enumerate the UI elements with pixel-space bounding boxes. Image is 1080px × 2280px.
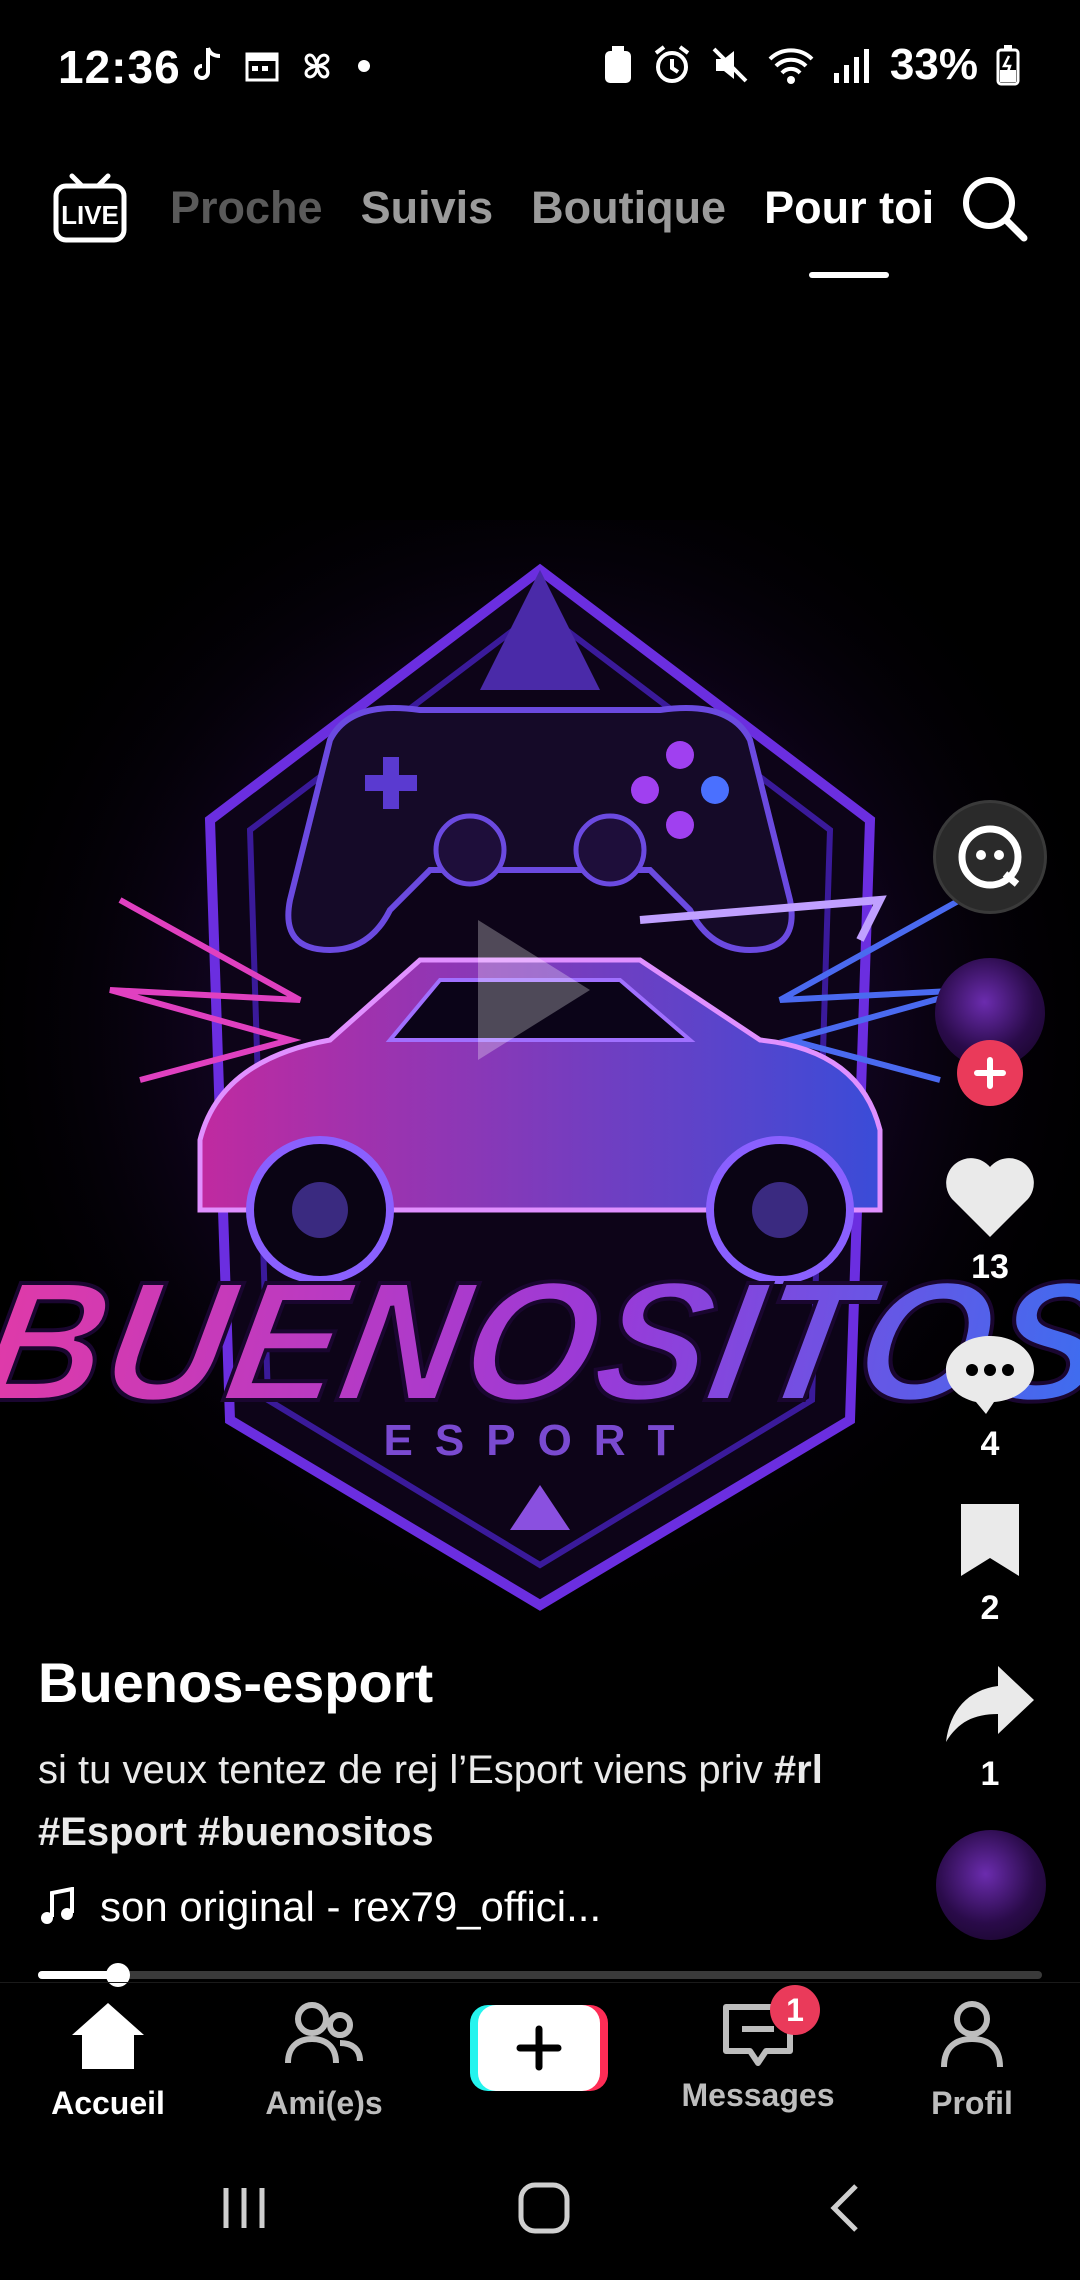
top-navigation: LIVE Proche Suivis Boutique Pour toi	[0, 160, 1080, 280]
friends-icon	[285, 2002, 363, 2064]
back-icon[interactable]	[820, 2180, 876, 2236]
assistant-button[interactable]	[933, 800, 1047, 914]
post-description: si tu veux tentez de rej l’Esport viens …	[38, 1739, 898, 1863]
music-disc[interactable]	[936, 1830, 1046, 1940]
share-arrow-icon	[946, 1666, 1034, 1742]
pinwheel-icon	[304, 53, 330, 79]
share-count: 1	[980, 1755, 1000, 1793]
alarm-icon	[654, 45, 690, 83]
music-note-icon	[41, 1887, 74, 1924]
tab-suivis[interactable]: Suivis	[361, 182, 494, 234]
nav-profil-label: Profil	[931, 2085, 1013, 2121]
share-action[interactable]: 1	[930, 1662, 1050, 1794]
home-icon	[72, 2003, 144, 2069]
dot-icon	[358, 60, 370, 72]
music-title: son original - rex79_offici...	[100, 1883, 602, 1930]
comment-count: 4	[980, 1425, 1000, 1463]
tab-proche[interactable]: Proche	[170, 182, 323, 234]
description-text: si tu veux tentez de rej l’Esport viens …	[38, 1748, 774, 1792]
signal-icon	[833, 49, 869, 83]
wifi-icon	[768, 48, 814, 84]
chat-bot-icon	[958, 825, 1022, 889]
save-count: 2	[980, 1589, 1000, 1627]
nav-messages-label: Messages	[681, 2077, 835, 2113]
nav-profil[interactable]: Profil	[872, 1999, 1072, 2122]
author-name[interactable]: Buenos-esport	[38, 1650, 918, 1715]
heart-icon	[946, 1158, 1034, 1237]
bottom-navigation: Accueil Ami(e)s 1 Messages Profil	[0, 1982, 1080, 2133]
status-bar: 12:36 33%	[0, 0, 1080, 140]
battery-charging-icon	[996, 45, 1020, 86]
artwork-title: BUENOSITOS	[0, 1247, 1080, 1437]
nav-accueil[interactable]: Accueil	[8, 1999, 208, 2122]
comment-icon	[946, 1336, 1034, 1414]
battery-percent: 33%	[889, 40, 978, 89]
live-icon[interactable]: LIVE	[50, 168, 130, 248]
comment-action[interactable]: 4	[930, 1330, 1050, 1464]
video-player[interactable]: BUENOSITOS ESPORT	[0, 520, 1080, 1650]
like-count: 13	[971, 1248, 1009, 1286]
tab-boutique[interactable]: Boutique	[531, 182, 726, 234]
like-action[interactable]: 13	[930, 1155, 1050, 1287]
tab-pour-toi[interactable]: Pour toi	[764, 182, 934, 278]
tiktok-notification-icon	[194, 47, 221, 80]
creator-avatar[interactable]	[935, 958, 1045, 1106]
nav-accueil-label: Accueil	[51, 2085, 165, 2121]
mute-icon	[712, 47, 748, 83]
nav-messages[interactable]: 1 Messages	[658, 1985, 858, 2114]
video-progress-bar[interactable]	[38, 1963, 1042, 1987]
svg-text:LIVE: LIVE	[61, 200, 119, 230]
data-saver-icon	[604, 46, 631, 83]
nav-amis[interactable]: Ami(e)s	[224, 1999, 424, 2122]
nav-amis-label: Ami(e)s	[265, 2085, 383, 2121]
messages-badge: 1	[770, 1985, 820, 2035]
bookmark-icon	[961, 1504, 1019, 1576]
save-action[interactable]: 2	[930, 1500, 1050, 1628]
artwork-subtitle: ESPORT	[384, 1416, 697, 1465]
notification-icons	[190, 46, 374, 86]
post-caption: Buenos-esport si tu veux tentez de rej l…	[38, 1650, 918, 1931]
video-artwork: BUENOSITOS ESPORT	[0, 520, 1080, 1650]
plus-icon	[974, 1057, 1006, 1089]
follow-button[interactable]	[957, 1040, 1023, 1106]
clock: 12:36	[58, 41, 181, 93]
system-navigation	[0, 2160, 1080, 2280]
search-icon[interactable]	[958, 172, 1030, 244]
music-link[interactable]: son original - rex79_offici...	[38, 1883, 918, 1931]
calendar-icon	[245, 52, 279, 82]
recent-apps-icon[interactable]	[216, 2180, 272, 2236]
home-button-icon[interactable]	[516, 2180, 572, 2236]
profile-icon	[941, 2001, 1003, 2068]
create-button[interactable]	[470, 2003, 608, 2093]
